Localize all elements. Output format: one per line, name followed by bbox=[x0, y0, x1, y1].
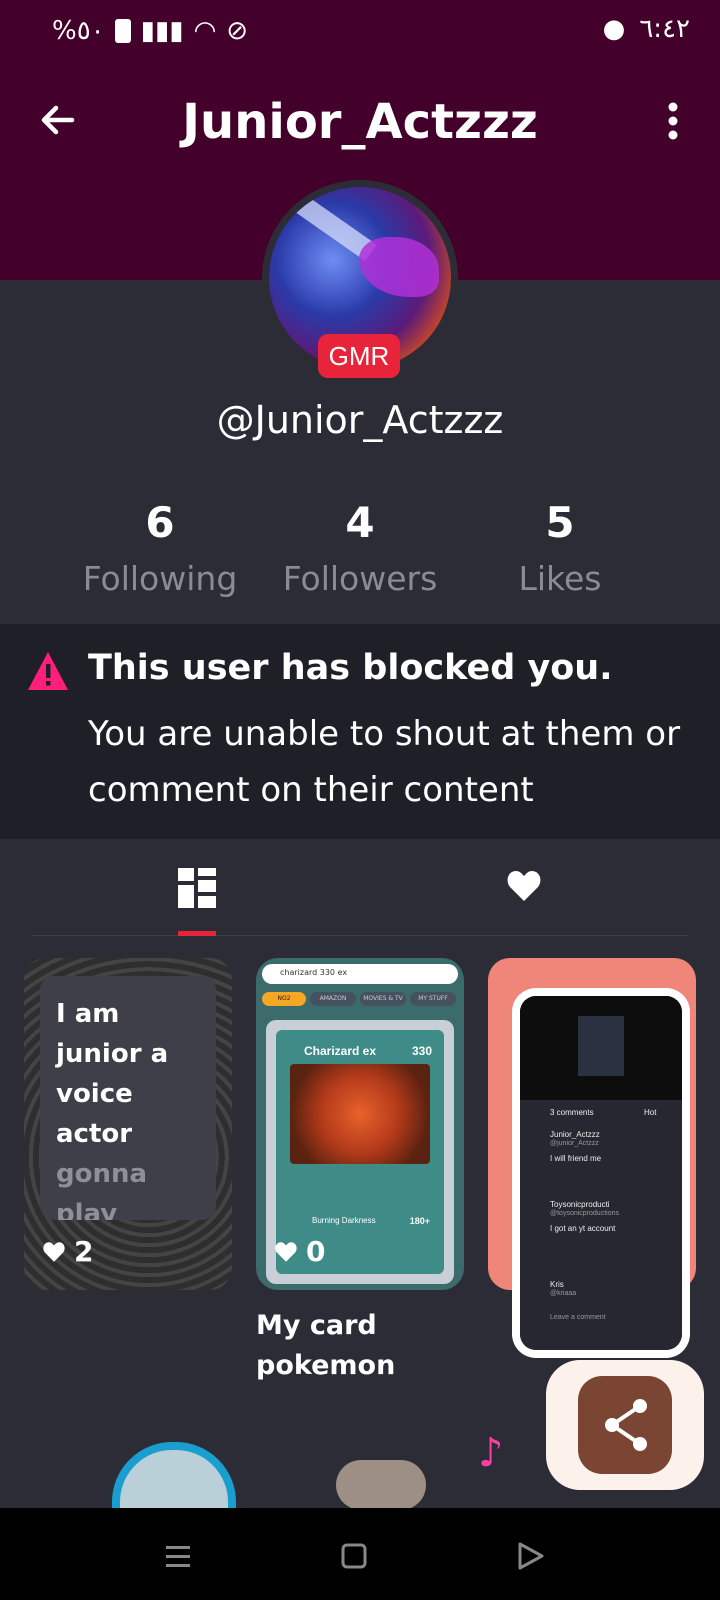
pokemon-hp: 330 bbox=[411, 1044, 432, 1058]
stat-value: 4 bbox=[345, 498, 375, 547]
signal-icon: ▮▮▮ bbox=[140, 16, 184, 46]
like-count: 0 bbox=[306, 1235, 326, 1268]
post-caption: My card pokemon bbox=[256, 1306, 395, 1386]
more-options-button[interactable] bbox=[658, 98, 688, 146]
post-text-line: actor bbox=[56, 1119, 133, 1149]
pokemon-damage: 180+ bbox=[409, 1216, 430, 1226]
preview-sort: Hot bbox=[644, 1108, 657, 1117]
stat-value: 6 bbox=[145, 498, 175, 547]
filter-pill: NO2 bbox=[262, 992, 306, 1006]
preview-comment-user: Kris bbox=[550, 1280, 564, 1289]
preview-comment-user: Junior_Actzzz bbox=[550, 1130, 600, 1139]
preview-comment-handle: @kriaaa bbox=[550, 1290, 577, 1297]
preview-comment-user: Toysonicproducti bbox=[550, 1200, 610, 1209]
content-tabs bbox=[32, 858, 688, 936]
status-left: %٥٠ ▮▮▮ ◠ ⊘ bbox=[52, 16, 248, 46]
screenshot-preview-overlay[interactable]: 3 comments Hot Junior_Actzzz @junior_Act… bbox=[512, 988, 690, 1358]
text-post-preview: I am junior a voice actor gonna play bbox=[40, 976, 216, 1220]
post-card[interactable]: I am junior a voice actor gonna play 2 bbox=[24, 958, 232, 1290]
blocked-body: You are unable to shout at them or comme… bbox=[88, 714, 681, 810]
heart-icon bbox=[43, 1241, 65, 1262]
preview-comment-handle: @junior_Actzzz bbox=[550, 1140, 599, 1147]
stat-label: Following bbox=[82, 559, 238, 598]
post-text-line: gonna bbox=[56, 1159, 148, 1189]
status-right: ● ٦:٤٢ bbox=[603, 14, 690, 44]
pokemon-attack: Burning Darkness bbox=[312, 1216, 376, 1225]
username-handle: @Junior_Actzzz bbox=[216, 398, 504, 442]
post-text-line: voice bbox=[56, 1079, 133, 1109]
preview-comment-text: I got an yt account bbox=[550, 1224, 616, 1233]
like-count: 2 bbox=[74, 1235, 94, 1268]
stat-followers[interactable]: 4 Followers bbox=[260, 498, 460, 598]
stat-label: Followers bbox=[282, 559, 438, 598]
stat-value: 5 bbox=[545, 498, 575, 547]
caption-line: pokemon bbox=[256, 1350, 396, 1381]
data-off-icon: ⊘ bbox=[226, 16, 249, 46]
pokemon-name: Charizard ex bbox=[304, 1044, 377, 1058]
preview-comments-header: 3 comments bbox=[550, 1108, 594, 1117]
pokemon-artwork bbox=[290, 1064, 430, 1164]
wifi-icon: ◠ bbox=[193, 16, 217, 46]
filter-pill: MY STUFF bbox=[410, 992, 456, 1006]
top-nav: Junior_Actzzz bbox=[0, 84, 720, 164]
caption-line: My card bbox=[256, 1310, 377, 1341]
heart-icon bbox=[275, 1241, 297, 1262]
back-triangle-icon[interactable] bbox=[510, 1536, 550, 1576]
filter-pill: MOVIES & TV bbox=[360, 992, 406, 1006]
more-vertical-icon bbox=[668, 102, 678, 140]
system-nav-bar bbox=[0, 1508, 720, 1600]
post-text-line: junior a bbox=[56, 1039, 169, 1069]
preview-top-area bbox=[520, 996, 682, 1100]
home-icon[interactable] bbox=[334, 1536, 374, 1576]
bear-sticker bbox=[112, 1442, 236, 1510]
preview-thumbnail bbox=[578, 1016, 624, 1076]
role-badge: GMR bbox=[318, 334, 400, 378]
post-text-line: I am bbox=[56, 999, 120, 1029]
preview-comment-text: I will friend me bbox=[550, 1154, 602, 1163]
battery-percent: %٥٠ bbox=[52, 16, 105, 46]
post-likes: 0 bbox=[274, 1235, 325, 1268]
preview-comment-input: Leave a comment bbox=[550, 1314, 606, 1321]
menu-icon[interactable] bbox=[158, 1536, 198, 1576]
tab-liked-heart-icon[interactable] bbox=[506, 868, 542, 904]
filter-pill: AMAZON bbox=[310, 992, 356, 1006]
stat-label: Likes bbox=[518, 559, 602, 598]
cloud-sticker bbox=[336, 1460, 426, 1510]
blocked-title: This user has blocked you. bbox=[88, 648, 613, 688]
battery-icon bbox=[114, 19, 131, 43]
avatar-art bbox=[359, 237, 439, 297]
page-title: Junior_Actzzz bbox=[182, 94, 538, 150]
tab-posts-grid-icon[interactable] bbox=[178, 868, 216, 908]
music-note-icon: ♪ bbox=[478, 1430, 504, 1476]
sticker-row: ♪ bbox=[0, 1420, 720, 1510]
preview-comments: 3 comments Hot Junior_Actzzz @junior_Act… bbox=[520, 1100, 682, 1350]
screenshot-preview-screen: 3 comments Hot Junior_Actzzz @junior_Act… bbox=[520, 996, 682, 1350]
post-likes: 2 bbox=[42, 1235, 93, 1268]
post-text-line: play bbox=[56, 1199, 118, 1220]
screen-record-icon: ● bbox=[602, 14, 626, 44]
active-tab-indicator bbox=[178, 931, 216, 936]
stat-likes[interactable]: 5 Likes bbox=[460, 498, 660, 598]
preview-comment-handle: @toysonicproductions bbox=[550, 1210, 619, 1217]
status-bar: %٥٠ ▮▮▮ ◠ ⊘ ● ٦:٤٢ bbox=[0, 0, 720, 64]
profile-stats: 6 Following 4 Followers 5 Likes bbox=[60, 498, 660, 598]
post-card[interactable]: charizard 330 ex NO2 AMAZON MOVIES & TV … bbox=[256, 958, 464, 1290]
search-bar-screenshot: charizard 330 ex bbox=[262, 964, 458, 984]
stat-following[interactable]: 6 Following bbox=[60, 498, 260, 598]
warning-icon bbox=[28, 652, 68, 690]
blocked-notice: This user has blocked you. You are unabl… bbox=[0, 624, 720, 839]
clock: ٦:٤٢ bbox=[639, 14, 690, 44]
